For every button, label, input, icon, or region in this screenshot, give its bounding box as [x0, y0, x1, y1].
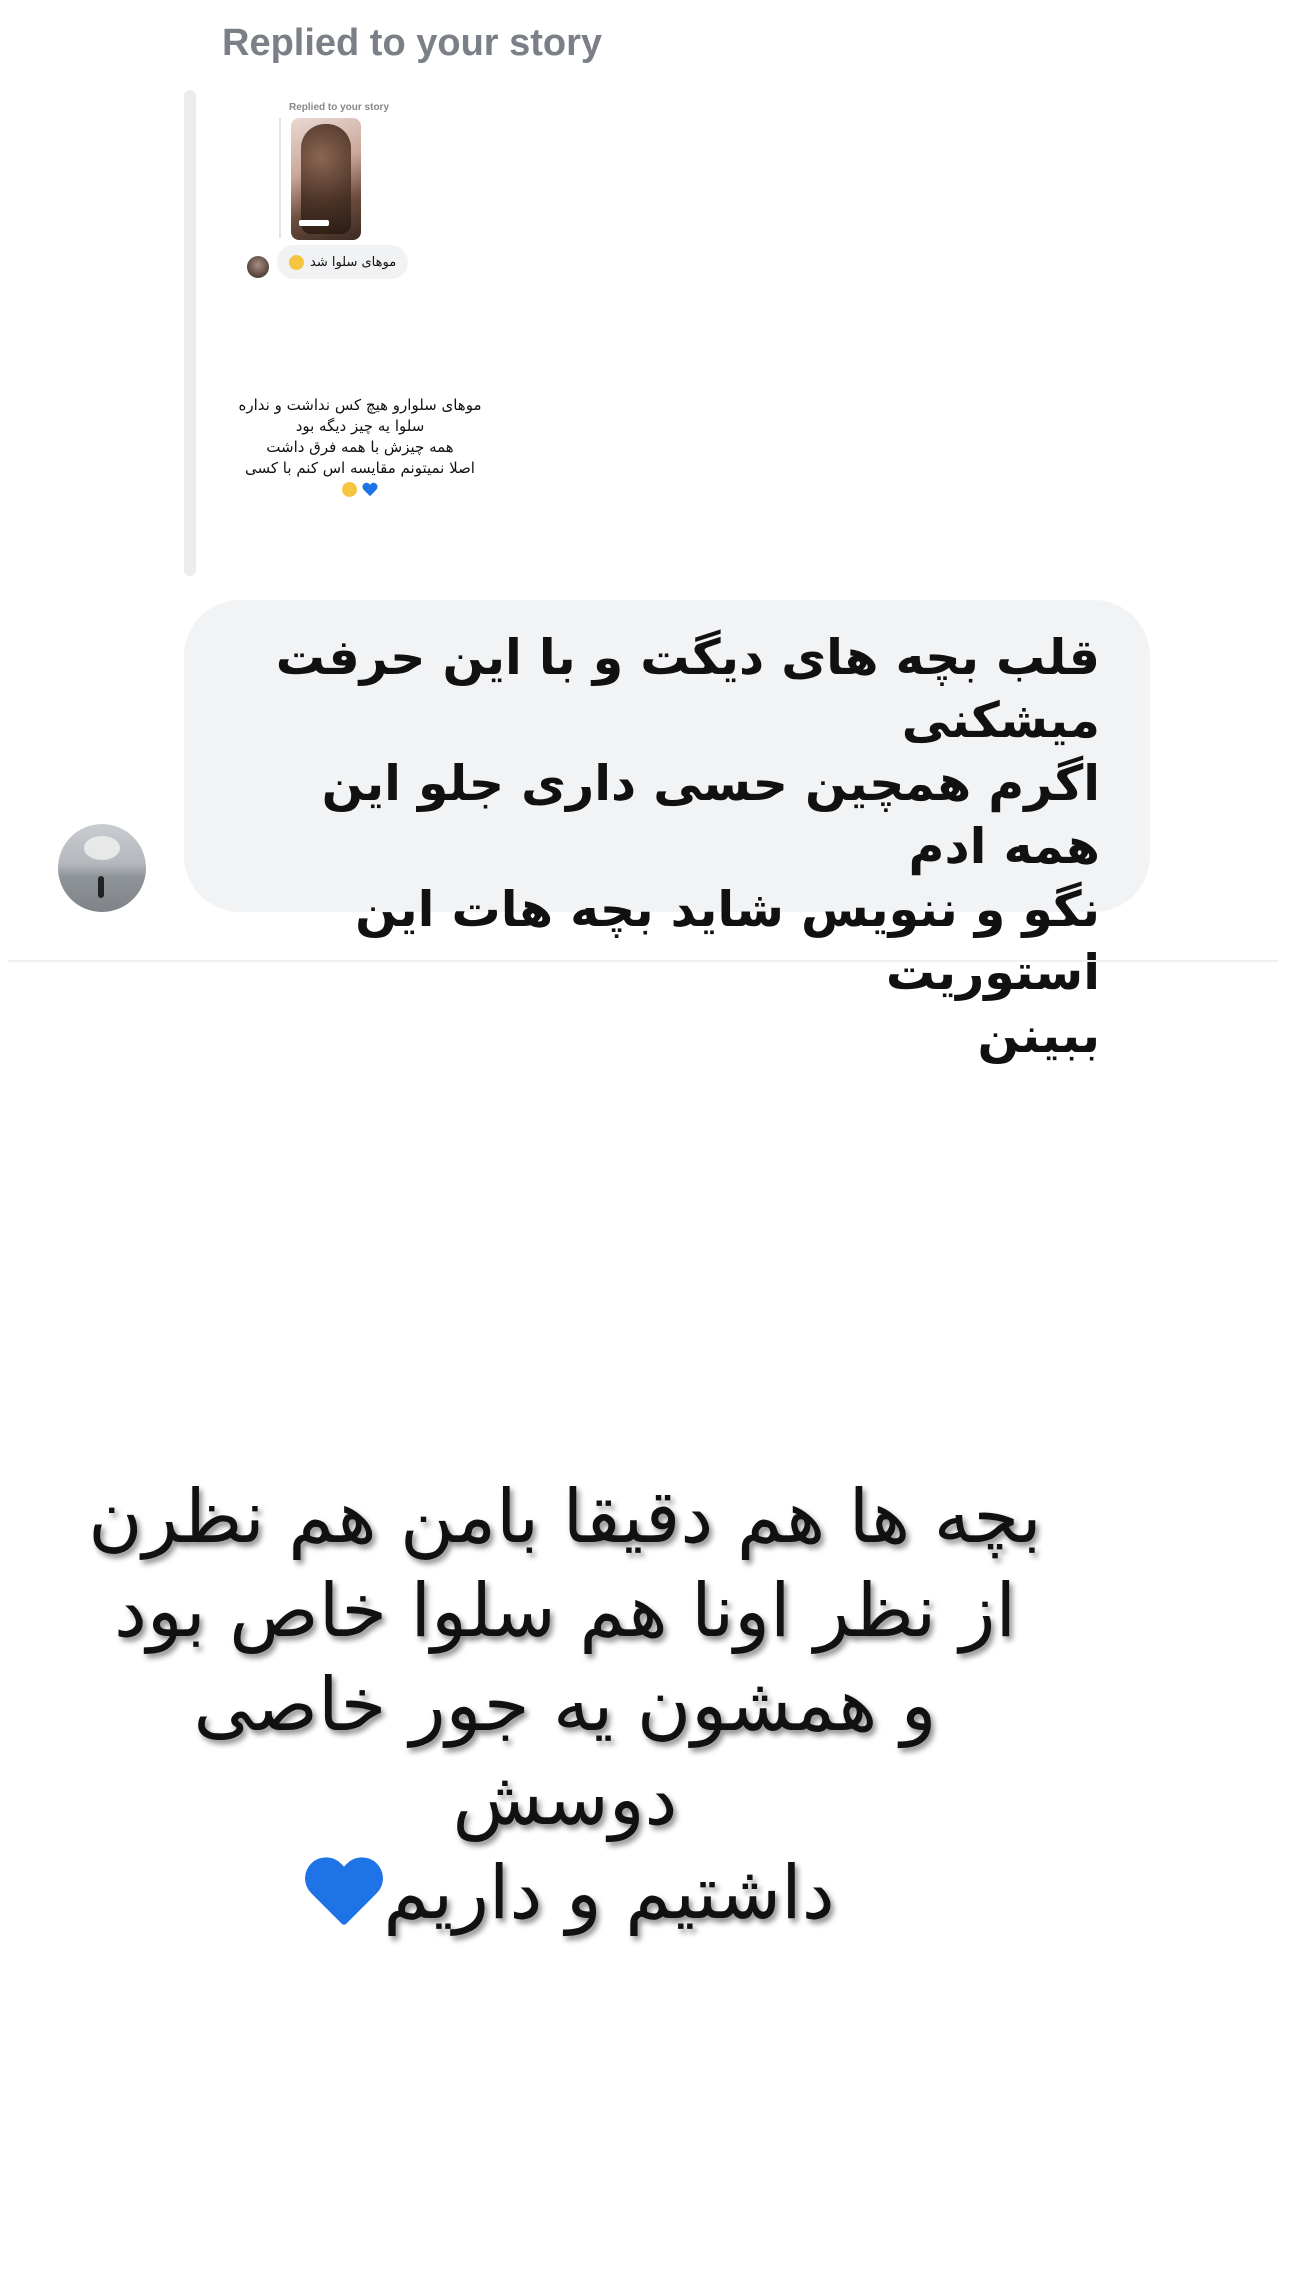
- mini-divider: [279, 118, 281, 238]
- replied-header: Replied to your story: [222, 22, 603, 64]
- caption-line: همه چیزش با همه فرق داشت: [266, 438, 454, 456]
- story-thumbnail[interactable]: [291, 118, 361, 240]
- avatar-sky: [84, 836, 120, 860]
- thread-divider: [8, 960, 1278, 962]
- mini-bubble-text: موهای سلوا شد: [310, 254, 397, 270]
- mini-avatar: [247, 256, 269, 278]
- story-preview-card[interactable]: Replied to your story موهای سلوا شد: [225, 90, 525, 290]
- blue-heart-icon: [362, 483, 378, 497]
- story-overlay-text: بچه ها هم دقیقا بامن هم نظرن از نظر اونا…: [88, 1474, 1042, 1936]
- caption-emoji-row: [200, 479, 520, 500]
- reply-message-text: قلب بچه های دیگت و با این حرفت میشکنی اگ…: [275, 629, 1100, 1064]
- caption-line: موهای سلوارو هیچ کس نداشت و نداره: [238, 396, 482, 414]
- quote-bar: [184, 90, 196, 576]
- reply-message-bubble[interactable]: قلب بچه های دیگت و با این حرفت میشکنی اگ…: [184, 600, 1150, 1064]
- thumbnail-tag: [299, 220, 329, 226]
- caption-line: سلوا یه چیز دیگه بود: [295, 417, 425, 435]
- sender-avatar[interactable]: [58, 824, 146, 912]
- mini-replied-label: Replied to your story: [289, 102, 390, 113]
- blue-heart-icon: [303, 1859, 383, 1935]
- avatar-figure: [98, 876, 104, 898]
- face-emoji-icon: [342, 482, 358, 497]
- story-overlay-block: بچه ها هم دقیقا بامن هم نظرن از نظر اونا…: [70, 1470, 1060, 1940]
- mini-message-bubble: موهای سلوا شد: [277, 245, 409, 279]
- story-caption: موهای سلوارو هیچ کس نداشت و نداره سلوا ی…: [200, 395, 520, 500]
- face-emoji-icon: [289, 254, 304, 270]
- hair-image: [301, 124, 351, 234]
- caption-line: اصلا نمیتونم مقایسه اس کنم با کسی: [245, 459, 475, 477]
